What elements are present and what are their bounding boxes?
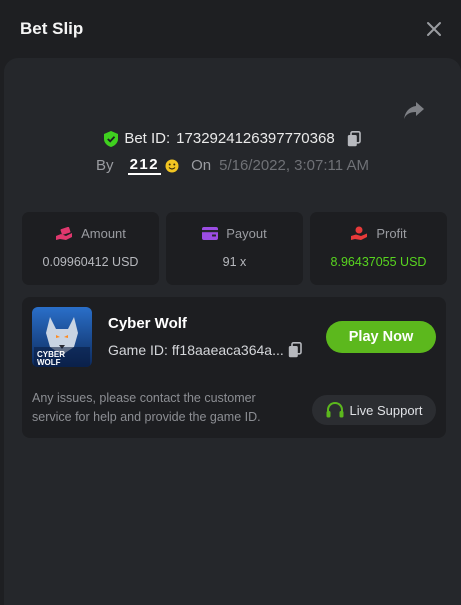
username-link[interactable]: 212: [127, 156, 162, 175]
modal-header: Bet Slip: [0, 0, 461, 58]
game-name: Cyber Wolf: [108, 315, 187, 332]
game-id-value: ff18aaeaca364a...: [171, 342, 284, 358]
bet-detail-panel: Bet ID: 1732924126397770368 By 212 On 5/…: [4, 58, 461, 605]
bet-id-label: Bet ID:: [124, 130, 171, 147]
stat-value: 91 x: [222, 255, 247, 269]
close-icon[interactable]: [425, 20, 443, 38]
copy-icon[interactable]: [288, 342, 302, 358]
on-label: On: [191, 157, 212, 174]
stat-label: Profit: [376, 226, 407, 241]
copy-icon[interactable]: [347, 130, 361, 147]
game-id-label: Game ID:: [108, 342, 168, 358]
game-card: CYBER WOLF Cyber Wolf Game ID: ff18aaeac…: [22, 297, 446, 438]
stat-amount: Amount 0.09960412 USD: [22, 212, 159, 285]
game-id-row: Game ID: ff18aaeaca364a...: [108, 342, 302, 358]
live-support-label: Live Support: [349, 402, 423, 418]
support-note: Any issues, please contact the customer …: [32, 391, 261, 424]
bet-id-value: 1732924126397770368: [176, 130, 335, 147]
shield-check-icon: [104, 130, 119, 147]
bet-byline: By 212 On 5/16/2022, 3:07:11 AM: [4, 156, 461, 175]
modal-title: Bet Slip: [20, 19, 84, 38]
stat-profit: Profit 8.96437055 USD: [310, 212, 447, 285]
money-hand-icon: [56, 226, 73, 240]
bet-datetime: 5/16/2022, 3:07:11 AM: [219, 157, 369, 174]
stat-value: 0.09960412 USD: [42, 255, 139, 269]
share-icon[interactable]: [403, 100, 425, 120]
wallet-icon: [202, 227, 219, 240]
stat-payout: Payout 91 x: [166, 212, 303, 285]
headset-icon: [326, 401, 343, 417]
emoji-icon: [165, 159, 179, 172]
bet-stats: Amount 0.09960412 USD Payout 91 x Profit…: [22, 212, 447, 285]
stat-label: Amount: [81, 226, 126, 241]
profit-hand-icon: [351, 226, 368, 240]
game-thumbnail[interactable]: CYBER WOLF: [32, 307, 92, 367]
live-support-button[interactable]: Live Support: [312, 395, 436, 425]
play-now-button[interactable]: Play Now: [326, 321, 436, 353]
bet-id-row: Bet ID: 1732924126397770368: [4, 130, 461, 147]
thumb-title-line2: WOLF: [37, 358, 61, 367]
stat-label: Payout: [226, 226, 267, 241]
wolf-image: CYBER WOLF: [32, 307, 92, 367]
bet-slip-modal: Bet Slip Bet ID: 1732924126397770368 By …: [0, 0, 461, 605]
by-label: By: [96, 157, 114, 174]
stat-value: 8.96437055 USD: [330, 255, 427, 269]
